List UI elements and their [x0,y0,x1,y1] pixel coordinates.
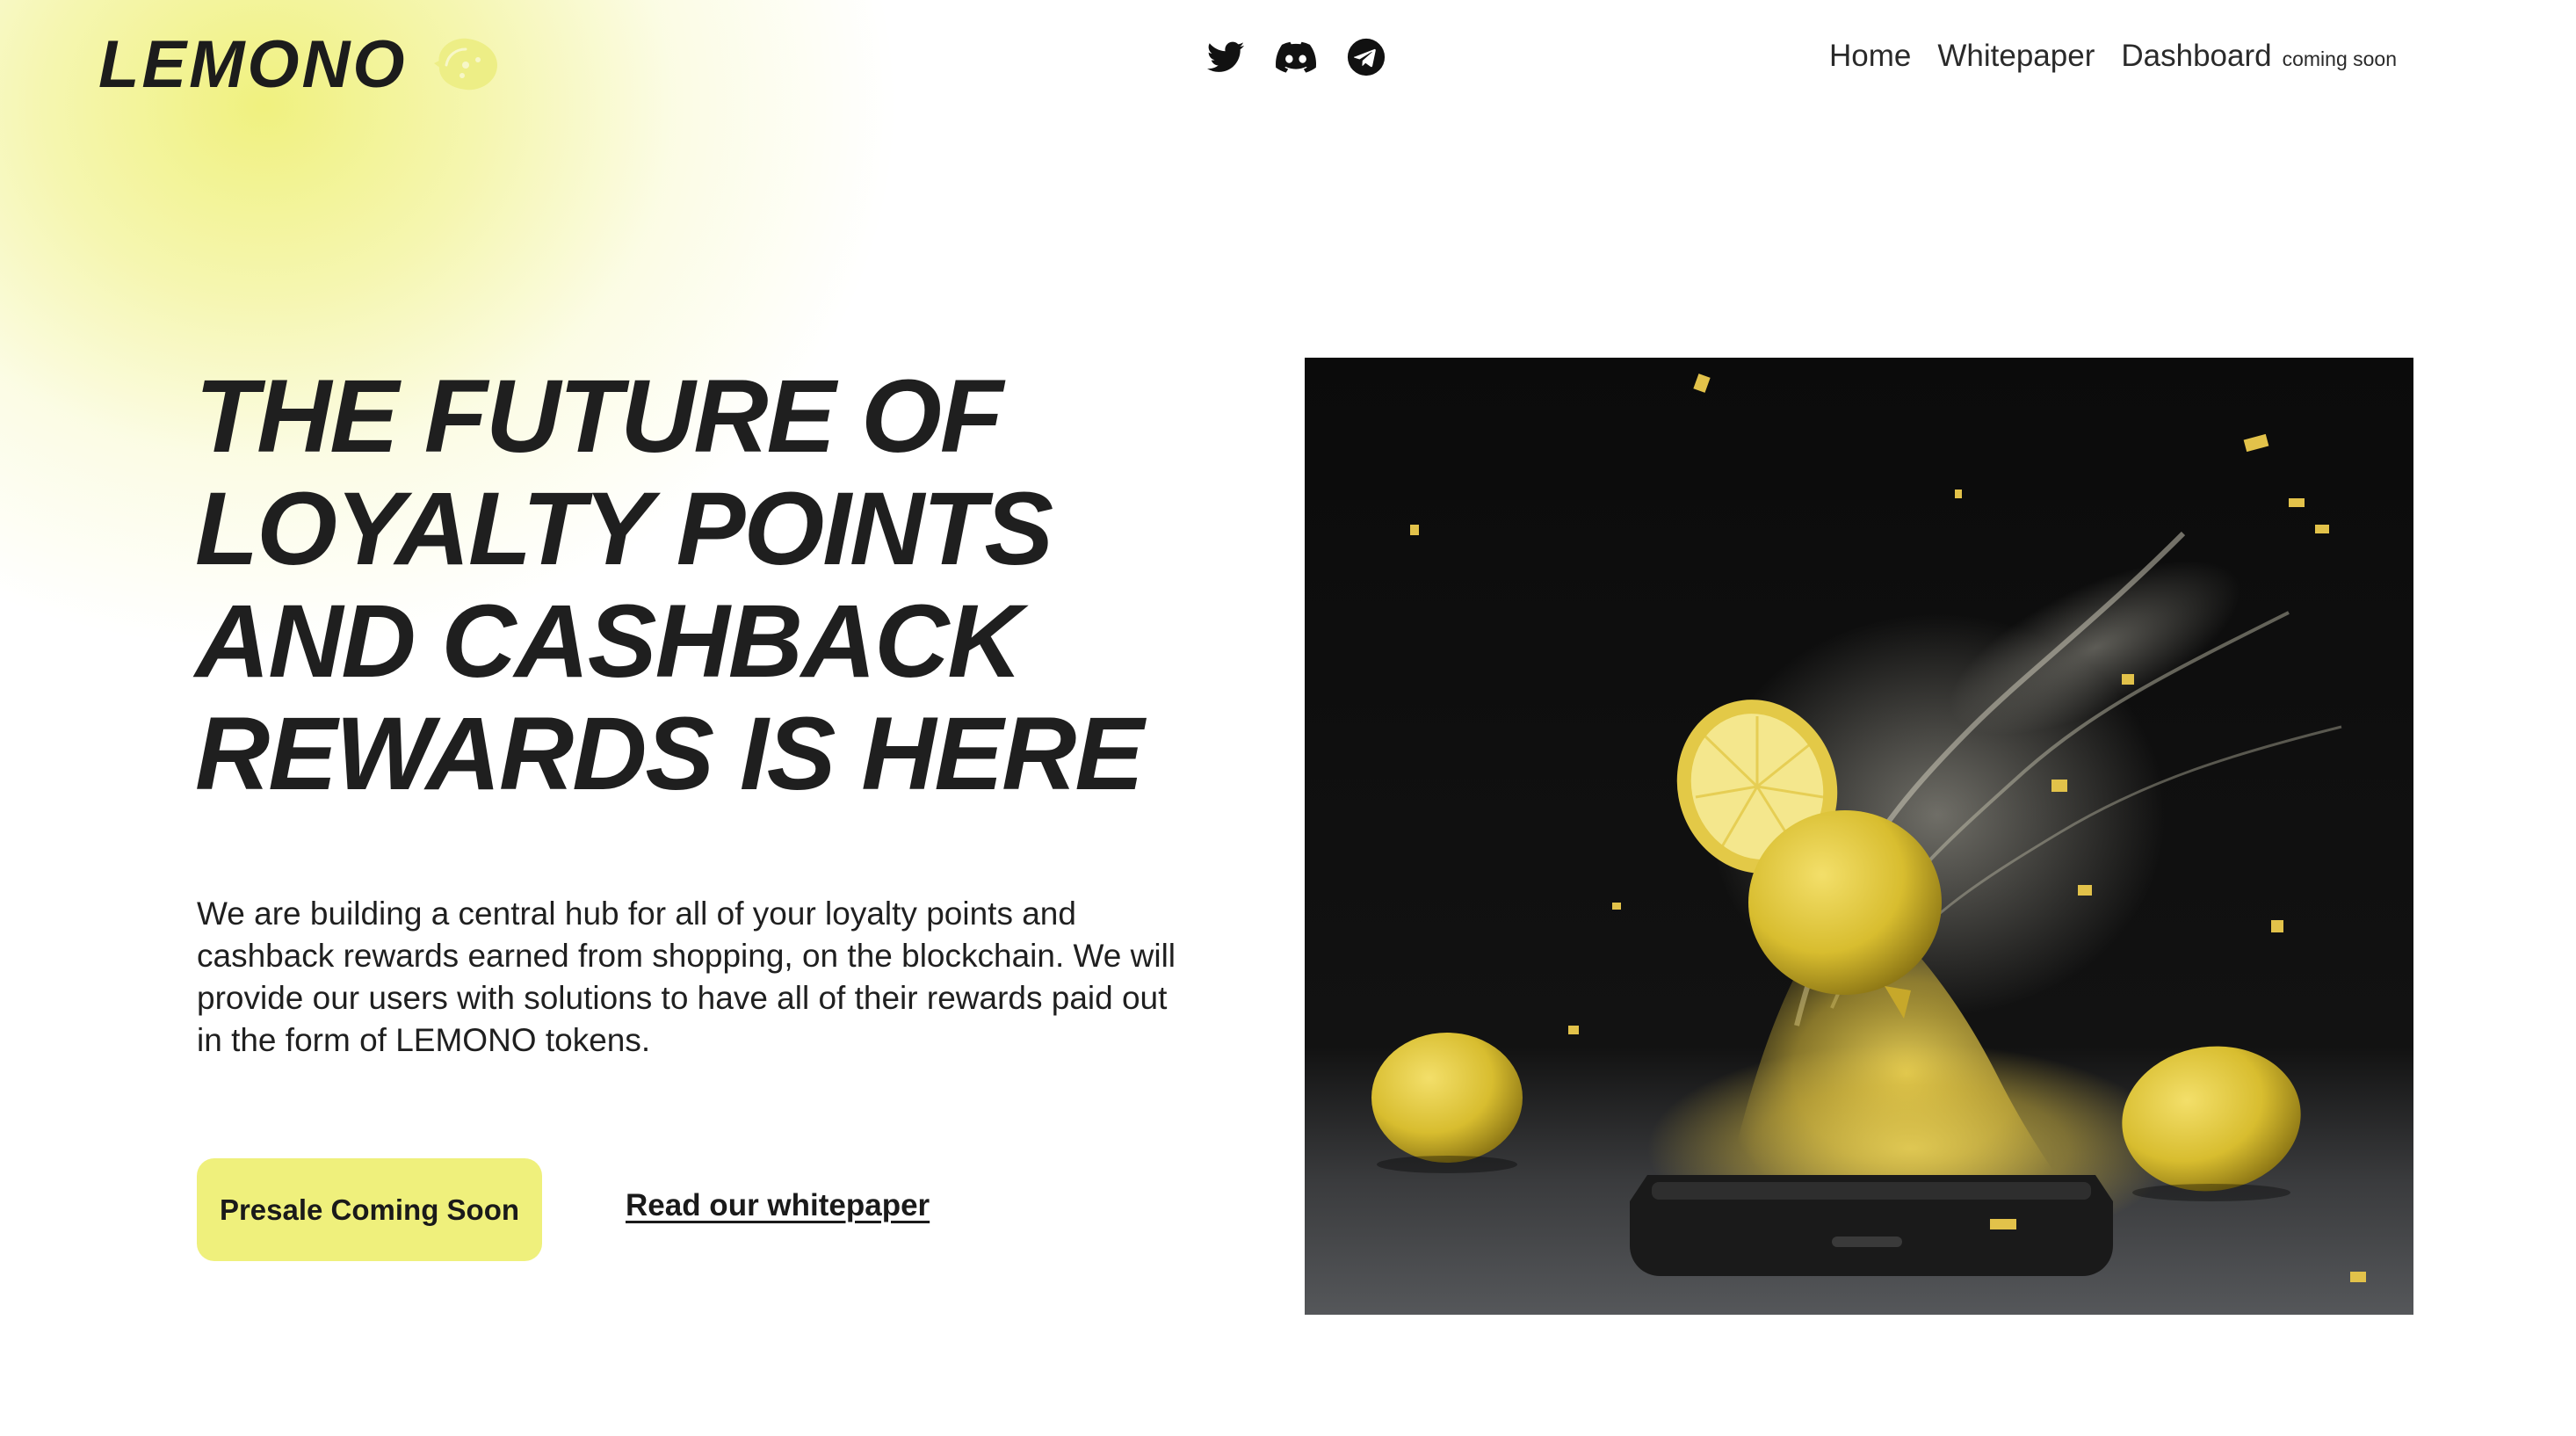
hero-lemon-splash-image [1305,358,2413,1315]
hero-headline: THE FUTURE OF LOYALTY POINTS AND CASHBAC… [195,360,1249,810]
lemon-splash-illustration [1305,358,2413,1315]
nav-home[interactable]: Home [1829,39,1911,74]
nav-dashboard[interactable]: Dashboard [2121,39,2271,74]
brand-logo[interactable]: LEMONO [98,25,503,104]
lemon-icon [433,38,497,91]
telegram-icon[interactable] [1346,37,1386,77]
hero-description: We are building a central hub for all of… [197,896,1176,1058]
nav-whitepaper[interactable]: Whitepaper [1937,39,2095,74]
brand-name: LEMONO [98,26,408,102]
headline-line: AND CASHBACK [195,584,1023,700]
read-whitepaper-link[interactable]: Read our whitepaper [626,1188,930,1223]
social-links [1205,37,1386,77]
discord-icon[interactable] [1276,37,1316,77]
main-nav: Home Whitepaper Dashboard coming soon [1829,39,2397,74]
twitter-icon[interactable] [1205,37,1246,77]
headline-line: THE FUTURE OF [195,359,1003,475]
headline-line: LOYALTY POINTS [195,471,1053,587]
headline-line: REWARDS IS HERE [195,696,1144,812]
dashboard-coming-soon-badge: coming soon [2282,47,2398,70]
presale-button[interactable]: Presale Coming Soon [197,1158,542,1261]
